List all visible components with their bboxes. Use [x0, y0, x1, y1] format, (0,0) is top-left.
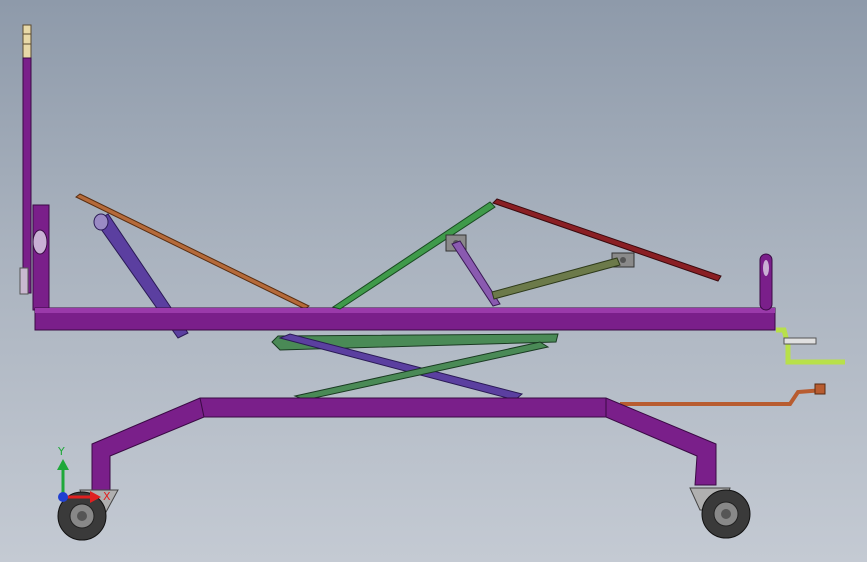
head-bracket: [32, 204, 50, 311]
knee-linkage: [445, 234, 635, 307]
bed-frame: [34, 307, 776, 331]
base-frame: [91, 397, 717, 491]
foot-post: [759, 253, 773, 311]
triad-y-label: Y: [57, 445, 65, 458]
knee-section-panel: [331, 201, 496, 310]
back-rest-panel: [75, 193, 310, 310]
right-caster-wheel: [689, 487, 751, 539]
scissor-lift: [271, 333, 559, 401]
triad-x-label: X: [103, 490, 111, 503]
crank-handle-upper: [776, 327, 845, 365]
crank-handle-lower: [620, 383, 826, 406]
cad-viewport[interactable]: Y X: [0, 0, 867, 562]
bed-model[interactable]: Y X: [0, 0, 867, 562]
head-post: [19, 24, 32, 295]
